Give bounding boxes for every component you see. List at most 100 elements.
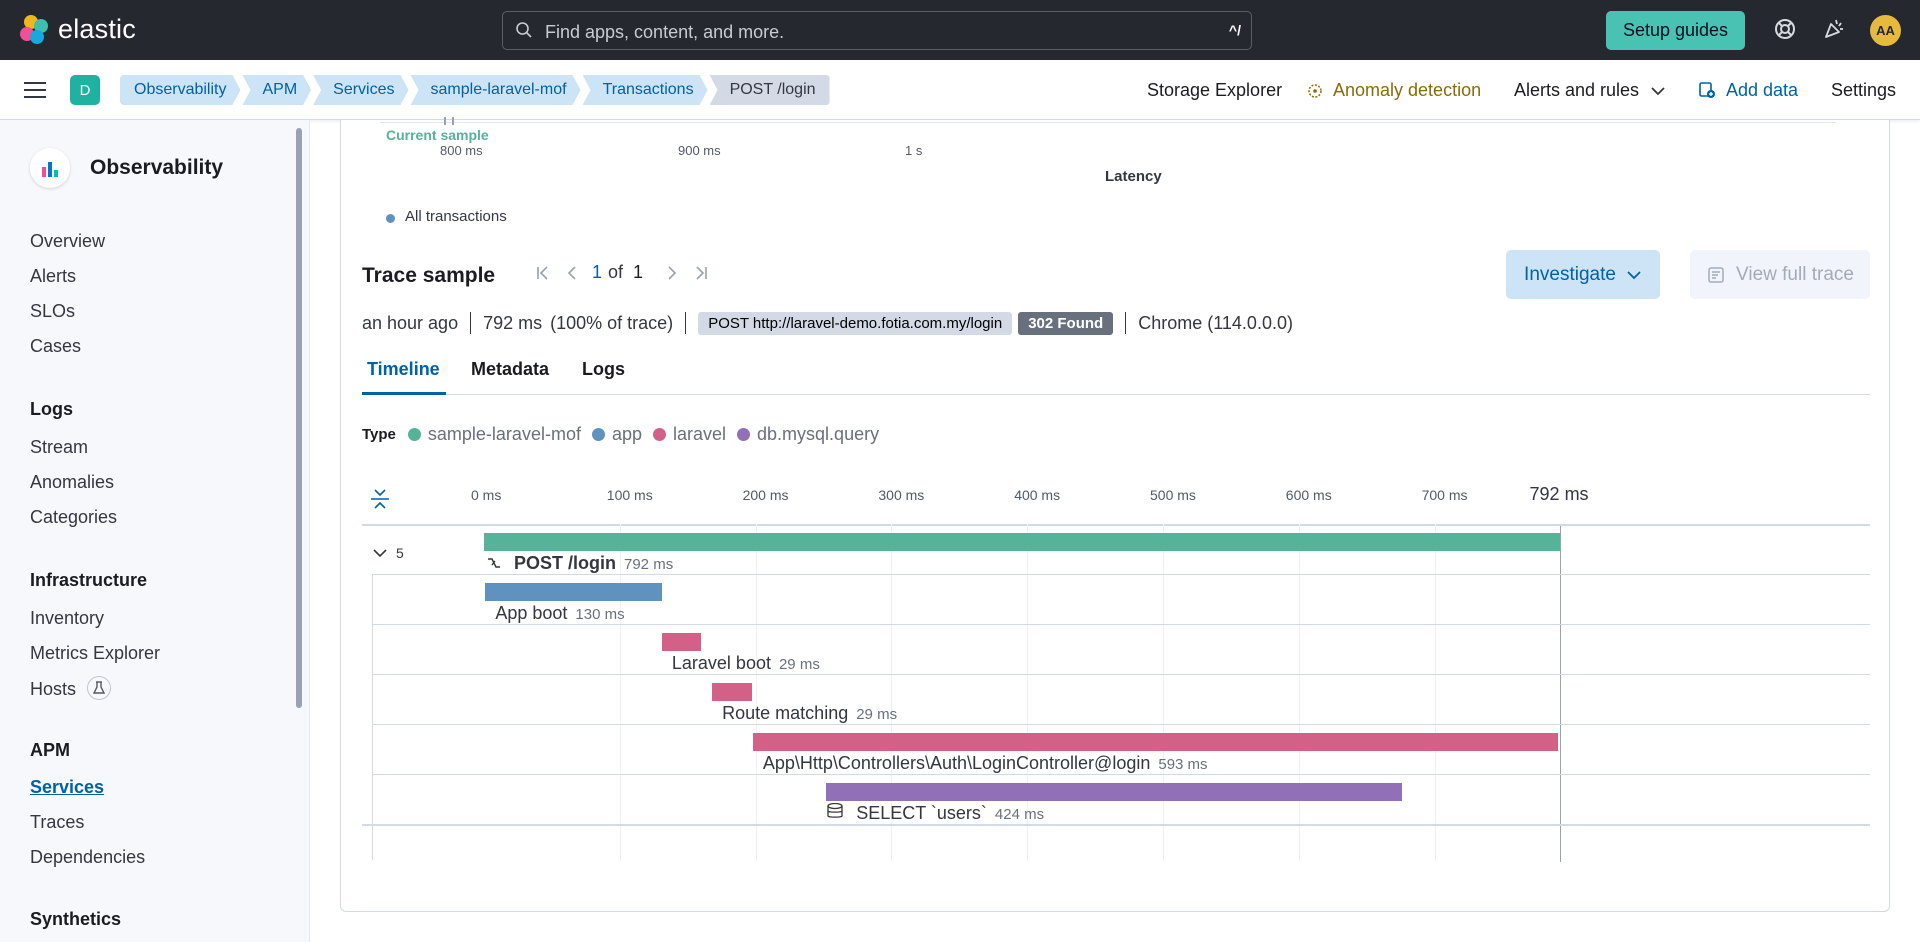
anomaly-detection-icon [1308,84,1322,98]
settings-link[interactable]: Settings [1831,80,1896,101]
legend-dot [407,428,421,441]
legend-dot [653,428,666,441]
search-placeholder: Find apps, content, and more. [545,22,785,42]
span-bar[interactable] [826,783,1402,801]
sidebar-group-apm: APM [30,740,70,760]
trace-summary: an hour ago 792 ms (100% of trace) POST … [362,311,1293,335]
distribution-legend[interactable]: All transactions [405,208,507,225]
waterfall-row-divider [372,774,1870,775]
news-feed-icon[interactable] [1821,16,1847,42]
waterfall-row-divider [372,674,1870,675]
sidebar-item-slos[interactable]: SLOs [30,301,75,322]
user-avatar[interactable]: AA [1870,15,1901,46]
span-duration: 29 ms [778,656,820,673]
tab-timeline[interactable]: Timeline [367,359,440,380]
sidebar-item-hosts-label: Hosts [30,678,77,699]
tab-metadata[interactable]: Metadata [471,359,549,380]
active-tab-indicator [362,392,446,395]
previous-page-icon[interactable] [565,265,579,281]
help-icon[interactable] [1772,16,1798,42]
page-of-label: of [608,262,624,282]
anomaly-detection-link[interactable]: Anomaly detection [1333,80,1481,101]
legend-label: app [611,424,642,444]
span-label[interactable]: SELECT `users` 424 ms [826,802,1044,824]
span-label[interactable]: Route matching 29 ms [722,703,897,724]
first-page-icon[interactable] [535,265,551,281]
timeline-end-line [1559,526,1561,862]
span-bar[interactable] [661,633,702,651]
span-label[interactable]: App boot 130 ms [495,603,624,624]
span-label[interactable]: POST /login 792 ms [486,553,673,574]
elastic-logo[interactable]: elastic [20,14,136,45]
global-search-input[interactable]: Find apps, content, and more. ^/ [502,11,1252,50]
collapse-toggle[interactable]: 5 [372,545,404,561]
sidebar-item-categories[interactable]: Categories [30,507,117,528]
add-data-link[interactable]: Add data [1726,80,1798,101]
breadcrumb: Observability APM Services sample-larave… [120,75,832,105]
timeline-tick-label: 500 ms [1150,487,1196,503]
alerts-and-rules-menu[interactable]: Alerts and rules [1514,80,1639,101]
span-bar[interactable] [484,533,1560,551]
last-page-icon[interactable] [693,265,709,281]
sidebar-item-stream[interactable]: Stream [30,437,88,458]
collapse-all-icon[interactable] [370,488,390,510]
span-name: SELECT `users` [856,803,987,823]
sidebar-item-overview[interactable]: Overview [30,231,105,252]
apm-trace-icon [1708,266,1724,283]
summary-divider [685,312,687,334]
sidebar-item-anomalies[interactable]: Anomalies [30,472,114,493]
legend-label: sample-laravel-mof [427,424,581,444]
elastic-logo-icon [20,14,50,45]
span-name: App boot [495,603,568,623]
span-duration: 130 ms [575,606,625,623]
space-avatar[interactable]: D [70,75,100,105]
setup-guides-button[interactable]: Setup guides [1606,11,1745,50]
breadcrumb-apm[interactable]: APM [242,75,311,105]
observability-sidebar: Observability Overview Alerts SLOs Cases… [0,120,310,942]
current-page[interactable]: 1 [592,262,602,283]
sidebar-item-cases[interactable]: Cases [30,336,81,357]
view-full-trace-label: View full trace [1736,263,1854,285]
breadcrumb-transactions[interactable]: Transactions [583,75,708,105]
span-bar[interactable] [752,733,1559,751]
sidebar-scrollbar[interactable] [296,128,302,708]
sidebar-item-dependencies[interactable]: Dependencies [30,847,145,868]
distribution-tick: 1 s [905,143,923,158]
chevron-down-icon[interactable] [1650,85,1666,97]
legend-label: laravel [673,424,727,444]
waterfall-header-divider [362,524,1870,526]
span-label[interactable]: Laravel boot 29 ms [672,653,820,674]
distribution-legend-dot [386,214,395,223]
breadcrumb-service-name[interactable]: sample-laravel-mof [411,75,581,105]
tab-logs[interactable]: Logs [582,359,625,380]
view-full-trace-button[interactable]: View full trace [1690,250,1870,299]
timeline-tick-label: 200 ms [742,487,789,503]
chevron-down-icon [1627,270,1641,279]
investigate-button[interactable]: Investigate [1506,250,1660,299]
sidebar-item-services[interactable]: Services [30,777,104,798]
waterfall-bottom-divider [362,824,1870,826]
sidebar-item-traces[interactable]: Traces [30,812,84,833]
sidebar-item-alerts[interactable]: Alerts [30,266,76,287]
legend-item-laravel: laravel [653,424,726,445]
span-label[interactable]: App\Http\Controllers\Auth\LoginControlle… [763,753,1208,774]
span-duration: 593 ms [1158,756,1208,773]
sidebar-item-metrics-explorer[interactable]: Metrics Explorer [30,643,160,664]
menu-toggle-icon[interactable] [24,82,46,98]
span-bar[interactable] [712,683,752,701]
span-name: App\Http\Controllers\Auth\LoginControlle… [762,753,1151,773]
sidebar-item-hosts[interactable]: Hosts [30,676,112,702]
legend-label: db.mysql.query [757,424,880,444]
breadcrumb-services[interactable]: Services [313,75,408,105]
trace-sample-title: Trace sample [362,264,496,287]
legend-item-app: app [591,424,642,445]
breadcrumb-observability[interactable]: Observability [120,75,240,105]
timeline-tick-label: 400 ms [1014,487,1061,503]
span-bar[interactable] [485,583,662,601]
next-page-icon[interactable] [665,265,679,281]
tree-guide-line [372,574,373,860]
breadcrumb-bar: D Observability APM Services sample-lara… [0,60,1920,120]
span-name: POST /login [514,553,616,573]
sidebar-item-inventory[interactable]: Inventory [30,608,104,629]
storage-explorer-link[interactable]: Storage Explorer [1147,80,1282,101]
